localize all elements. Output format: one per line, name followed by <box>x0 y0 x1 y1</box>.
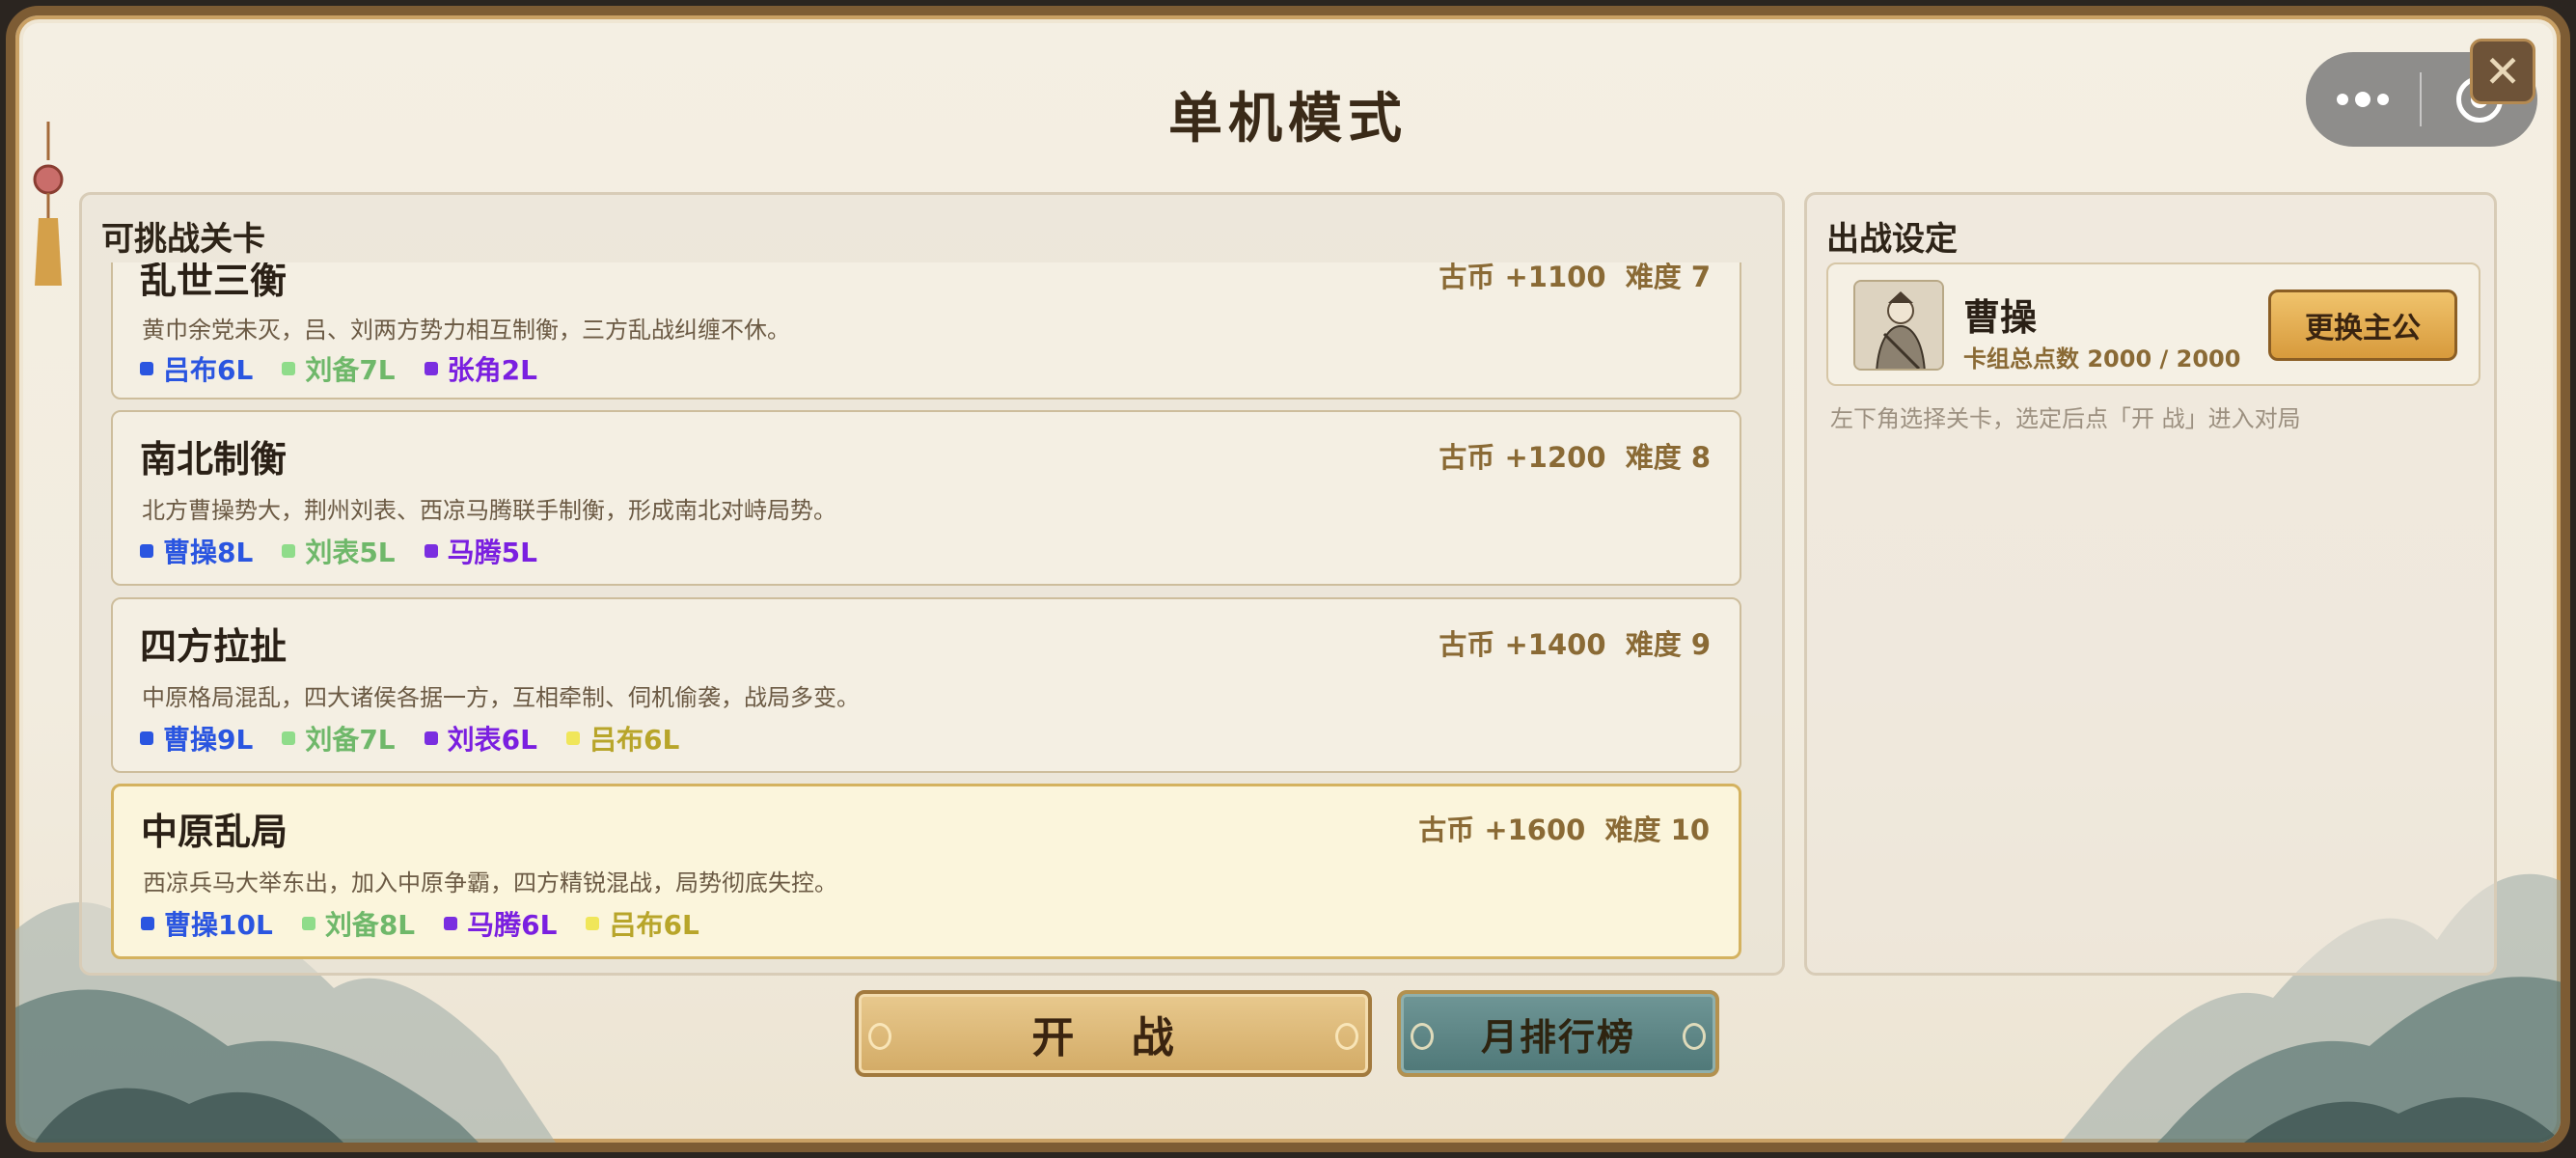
faction-tag: 刘表6L <box>424 719 537 758</box>
monthly-ranking-label: 月排行榜 <box>1480 1015 1635 1059</box>
level-reward: 古币 +1400 难度 9 <box>1439 628 1711 661</box>
level-name: 中原乱局 <box>141 811 288 853</box>
selection-hint: 左下角选择关卡，选定后点「开 战」进入对局 <box>1830 405 2301 432</box>
faction-tag: 刘表5L <box>282 532 396 570</box>
level-name: 南北制衡 <box>140 438 288 481</box>
battle-settings-title: 出战设定 <box>1826 220 1958 259</box>
lord-portrait-icon <box>1855 282 1942 369</box>
level-card[interactable]: 四方拉扯 古币 +1400 难度 9 中原格局混乱，四大诸侯各据一方，互相牵制、… <box>111 597 1741 773</box>
faction-tag: 吕布6L <box>565 719 679 758</box>
level-faction-tags: 曹操8L 刘表5L 马腾5L <box>140 532 537 570</box>
level-list-panel: 可挑战关卡 乱世三衡 古币 +1100 难度 7 黄巾余党未灭，吕、刘两方势力相… <box>79 192 1785 976</box>
level-faction-tags: 曹操9L 刘备7L 刘表6L 吕布6L <box>140 719 679 758</box>
faction-tag: 曹操10L <box>141 904 273 943</box>
faction-tag: 刘备7L <box>282 349 396 388</box>
ornament-right <box>1335 1023 1358 1050</box>
close-icon[interactable]: ✕ <box>2470 39 2535 104</box>
level-desc: 中原格局混乱，四大诸侯各据一方，互相牵制、伺机偷袭，战局多变。 <box>142 684 860 711</box>
level-card[interactable]: 乱世三衡 古币 +1100 难度 7 黄巾余党未灭，吕、刘两方势力相互制衡，三方… <box>111 262 1741 400</box>
monthly-ranking-button[interactable]: 月排行榜 <box>1397 990 1719 1077</box>
faction-tag: 马腾5L <box>424 532 537 570</box>
level-list[interactable]: 乱世三衡 古币 +1100 难度 7 黄巾余党未灭，吕、刘两方势力相互制衡，三方… <box>111 262 1741 959</box>
level-reward: 古币 +1200 难度 8 <box>1439 441 1711 474</box>
faction-tag: 曹操9L <box>140 719 253 758</box>
level-reward: 古币 +1600 难度 10 <box>1418 813 1710 846</box>
level-desc: 黄巾余党未灭，吕、刘两方势力相互制衡，三方乱战纠缠不休。 <box>142 317 790 344</box>
level-faction-tags: 曹操10L 刘备8L 马腾6L 吕布6L <box>141 904 699 943</box>
change-lord-button[interactable]: 更换主公 <box>2268 290 2457 361</box>
page-title: 单机模式 <box>1168 88 1408 151</box>
faction-tag: 刘备8L <box>301 904 415 943</box>
level-card[interactable]: 南北制衡 古币 +1200 难度 8 北方曹操势大，荆州刘表、西凉马腾联手制衡，… <box>111 410 1741 586</box>
faction-tag: 曹操8L <box>140 532 253 570</box>
start-battle-label: 开 战 <box>1031 1013 1195 1062</box>
ornament-left <box>1411 1023 1434 1050</box>
level-faction-tags: 吕布6L 刘备7L 张角2L <box>140 349 537 388</box>
start-battle-button[interactable]: 开 战 <box>855 990 1372 1077</box>
level-name: 四方拉扯 <box>140 625 288 668</box>
lord-name: 曹操 <box>1963 296 2038 339</box>
faction-tag: 吕布6L <box>586 904 699 943</box>
faction-tag: 刘备7L <box>282 719 396 758</box>
level-desc: 北方曹操势大，荆州刘表、西凉马腾联手制衡，形成南北对峙局势。 <box>142 497 836 524</box>
level-card-selected[interactable]: 中原乱局 古币 +1600 难度 10 西凉兵马大举东出，加入中原争霸，四方精锐… <box>111 784 1741 959</box>
faction-tag: 吕布6L <box>140 349 253 388</box>
level-desc: 西凉兵马大举东出，加入中原争霸，四方精锐混战，局势彻底失控。 <box>143 869 837 896</box>
level-name: 乱世三衡 <box>140 262 288 302</box>
more-menu-icon[interactable] <box>2306 52 2420 147</box>
faction-tag: 张角2L <box>424 349 537 388</box>
ornament-left <box>868 1023 891 1050</box>
ornament-right <box>1683 1023 1706 1050</box>
battle-settings-panel: 出战设定 曹操 卡组总点数 2000 / 2000 更换主公 左下角选择关卡，选… <box>1804 192 2497 976</box>
deck-points: 卡组总点数 2000 / 2000 <box>1963 345 2241 372</box>
level-list-title: 可挑战关卡 <box>101 220 265 259</box>
faction-tag: 马腾6L <box>444 904 557 943</box>
level-reward: 古币 +1100 难度 7 <box>1439 262 1711 293</box>
lord-avatar <box>1853 280 1944 371</box>
lord-card: 曹操 卡组总点数 2000 / 2000 更换主公 <box>1826 262 2480 386</box>
